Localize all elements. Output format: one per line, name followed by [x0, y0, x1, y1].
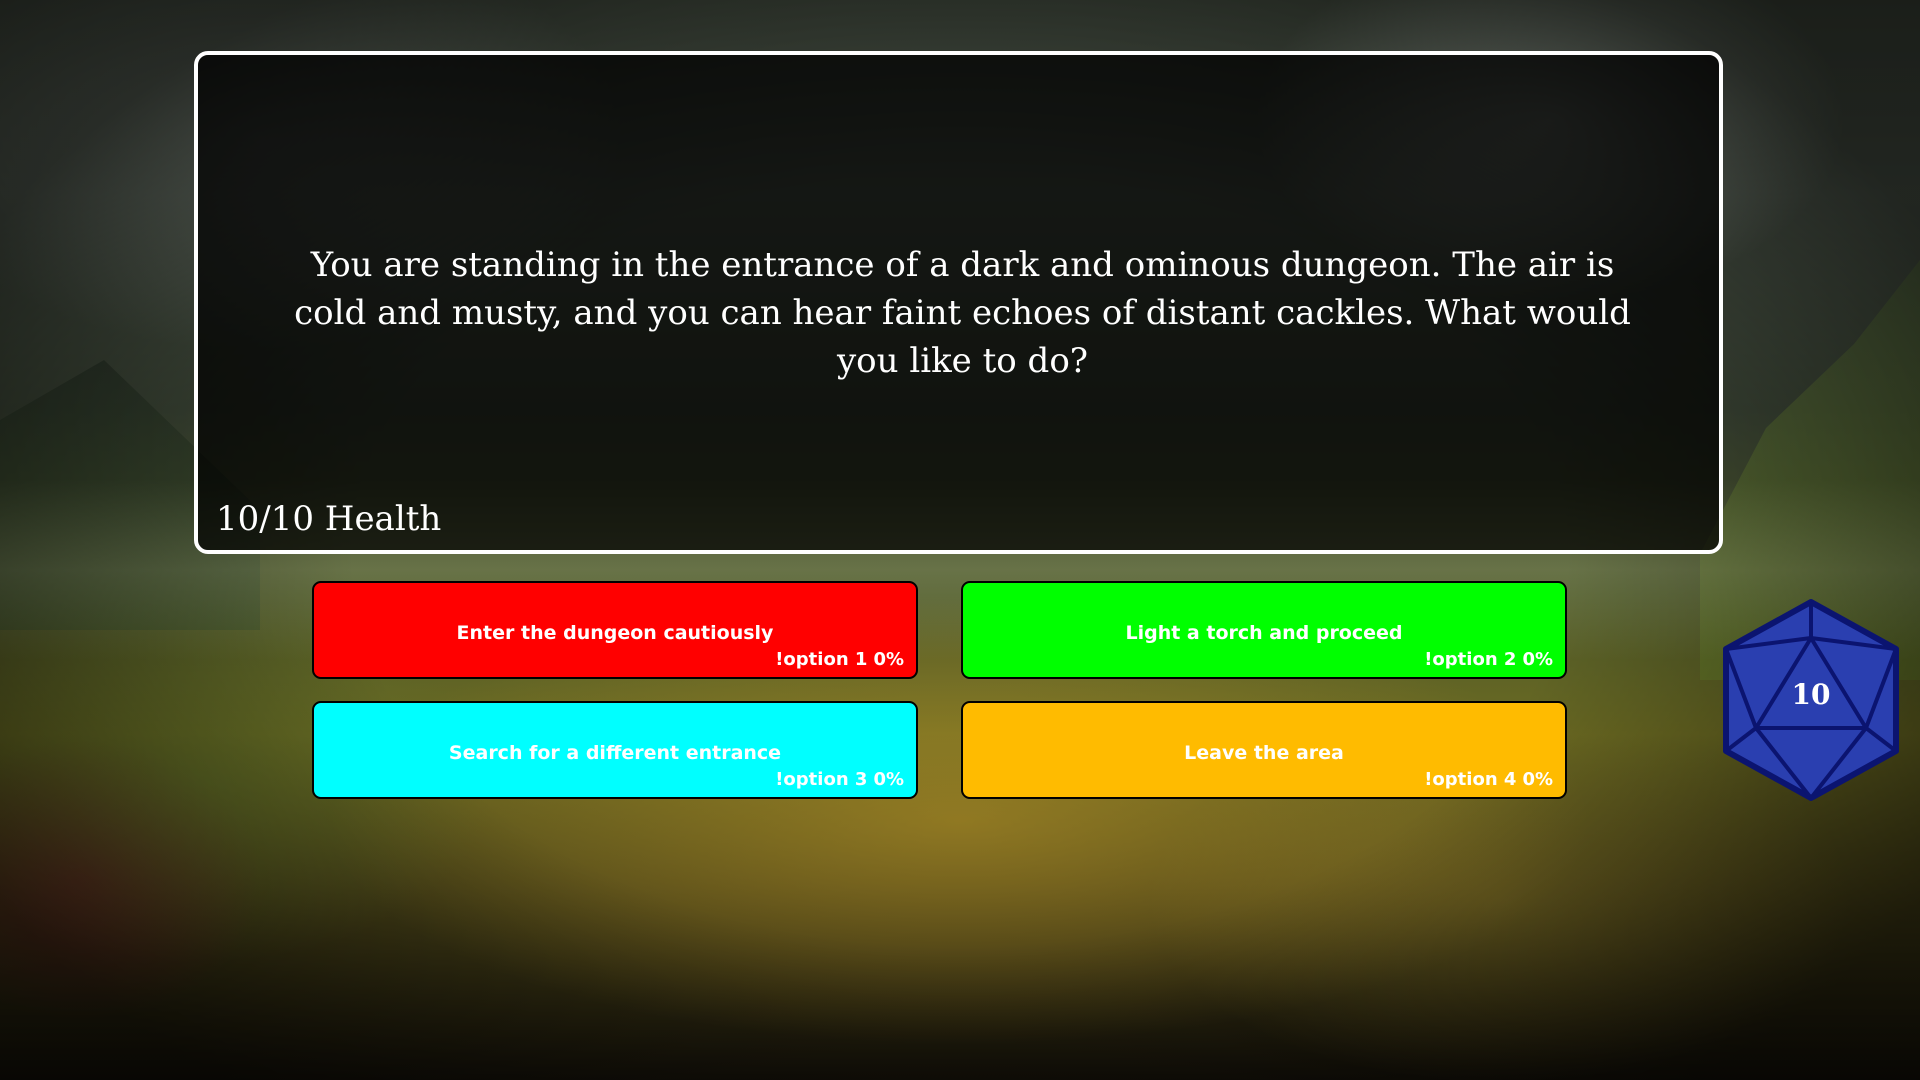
option-percent: 0%: [1522, 769, 1553, 790]
die-roll-value: 10: [1791, 678, 1831, 711]
option-2-button[interactable]: Light a torch and proceed !option 2 0%: [961, 581, 1567, 679]
story-text: You are standing in the entrance of a da…: [294, 245, 1631, 381]
option-vote-info: !option 3 0%: [775, 769, 904, 791]
option-vote-info: !option 4 0%: [1424, 769, 1553, 791]
option-label: Search for a different entrance: [448, 742, 782, 764]
option-percent: 0%: [873, 649, 904, 670]
option-command: !option 3: [775, 769, 868, 790]
option-percent: 0%: [1522, 649, 1553, 670]
option-command: !option 4: [1424, 769, 1517, 790]
story-panel: You are standing in the entrance of a da…: [194, 51, 1723, 554]
option-vote-info: !option 1 0%: [775, 649, 904, 671]
health-status: 10/10 Health: [216, 499, 442, 539]
d20-die: 10: [1716, 598, 1906, 802]
option-vote-info: !option 2 0%: [1424, 649, 1553, 671]
option-label: Light a torch and proceed: [1125, 622, 1403, 644]
option-label: Leave the area: [1184, 742, 1344, 764]
option-percent: 0%: [873, 769, 904, 790]
option-label: Enter the dungeon cautiously: [456, 622, 774, 644]
option-command: !option 2: [1424, 649, 1517, 670]
option-command: !option 1: [775, 649, 868, 670]
option-1-button[interactable]: Enter the dungeon cautiously !option 1 0%: [312, 581, 918, 679]
option-4-button[interactable]: Leave the area !option 4 0%: [961, 701, 1567, 799]
option-3-button[interactable]: Search for a different entrance !option …: [312, 701, 918, 799]
